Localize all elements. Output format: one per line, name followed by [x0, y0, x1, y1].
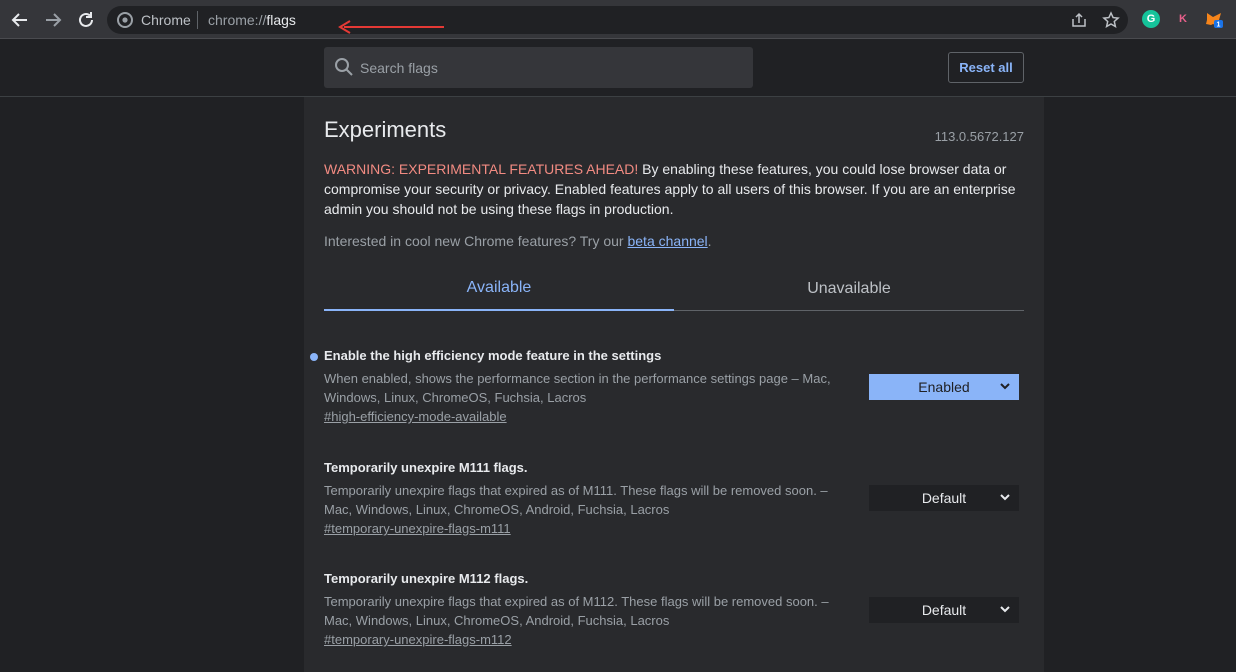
- chrome-logo-icon: [117, 12, 133, 28]
- annotation-arrow: [338, 20, 444, 34]
- tab-available[interactable]: Available: [324, 267, 674, 311]
- flag-state-select[interactable]: Default: [869, 485, 1019, 511]
- reload-button[interactable]: [74, 8, 98, 32]
- flag-tabs: Available Unavailable: [324, 267, 1024, 311]
- address-bar[interactable]: Chrome chrome://flags: [107, 6, 1128, 34]
- flag-state-select[interactable]: Default: [869, 597, 1019, 623]
- flag-description: Temporarily unexpire flags that expired …: [324, 594, 829, 628]
- flags-header: Reset all: [0, 39, 1236, 97]
- experiments-panel: Experiments 113.0.5672.127 WARNING: EXPE…: [304, 97, 1044, 672]
- chevron-down-icon: [1000, 606, 1010, 613]
- back-arrow-icon: [11, 13, 27, 27]
- share-icon[interactable]: [1070, 11, 1088, 29]
- flag-state-value: Default: [921, 602, 967, 618]
- metamask-icon[interactable]: 1: [1205, 10, 1223, 28]
- reset-all-button[interactable]: Reset all: [948, 52, 1024, 83]
- flag-title: Temporarily unexpire M111 flags.: [324, 460, 528, 475]
- interest-end: .: [707, 233, 712, 249]
- url-text[interactable]: chrome://flags: [208, 12, 296, 28]
- search-box[interactable]: [324, 47, 753, 88]
- chevron-down-icon: [1000, 494, 1010, 501]
- flag-title: Temporarily unexpire M112 flags.: [324, 571, 529, 586]
- svg-text:1: 1: [1217, 22, 1221, 29]
- bookmark-star-icon[interactable]: [1102, 11, 1120, 29]
- reload-icon: [79, 12, 93, 27]
- back-button[interactable]: [8, 8, 32, 32]
- flag-description: Temporarily unexpire flags that expired …: [324, 483, 828, 517]
- flag-state-value: Default: [921, 490, 967, 506]
- flag-permalink[interactable]: #high-efficiency-mode-available: [324, 409, 507, 424]
- flag-description: When enabled, shows the performance sect…: [324, 371, 831, 405]
- flag-state-value: Enabled: [918, 379, 970, 395]
- search-input[interactable]: [360, 47, 740, 88]
- flag-entry: Enable the high efficiency mode feature …: [310, 348, 1024, 426]
- flag-title: Enable the high efficiency mode feature …: [324, 348, 662, 363]
- flag-permalink[interactable]: #temporary-unexpire-flags-m112: [324, 632, 512, 647]
- browser-toolbar: Chrome chrome://flags G K 1: [0, 0, 1236, 39]
- search-icon: [335, 58, 353, 76]
- grammarly-icon[interactable]: G: [1142, 10, 1160, 28]
- page-title: Experiments: [324, 117, 447, 142]
- beta-channel-link[interactable]: beta channel: [627, 233, 707, 249]
- fox-icon: 1: [1206, 13, 1223, 29]
- warning-message: WARNING: EXPERIMENTAL FEATURES AHEAD! By…: [324, 159, 1024, 219]
- modified-indicator: [310, 353, 318, 361]
- omnibox-divider: [197, 11, 198, 29]
- version-label: 113.0.5672.127: [934, 129, 1024, 144]
- forward-arrow-icon: [46, 13, 62, 27]
- chevron-down-icon: [1000, 383, 1010, 390]
- tab-unavailable[interactable]: Unavailable: [674, 267, 1024, 311]
- interest-text: Interested in cool new Chrome features? …: [324, 233, 628, 249]
- forward-button[interactable]: [41, 8, 65, 32]
- site-label: Chrome: [141, 12, 191, 28]
- flag-state-select[interactable]: Enabled: [869, 374, 1019, 400]
- flag-entry: Temporarily unexpire M112 flags. Tempora…: [324, 571, 1024, 649]
- flag-entry: Temporarily unexpire M111 flags. Tempora…: [324, 460, 1024, 538]
- k-extension-icon[interactable]: K: [1174, 10, 1192, 28]
- beta-channel-note: Interested in cool new Chrome features? …: [324, 233, 712, 249]
- warning-label: WARNING: EXPERIMENTAL FEATURES AHEAD!: [324, 161, 639, 177]
- flag-permalink[interactable]: #temporary-unexpire-flags-m111: [324, 521, 511, 536]
